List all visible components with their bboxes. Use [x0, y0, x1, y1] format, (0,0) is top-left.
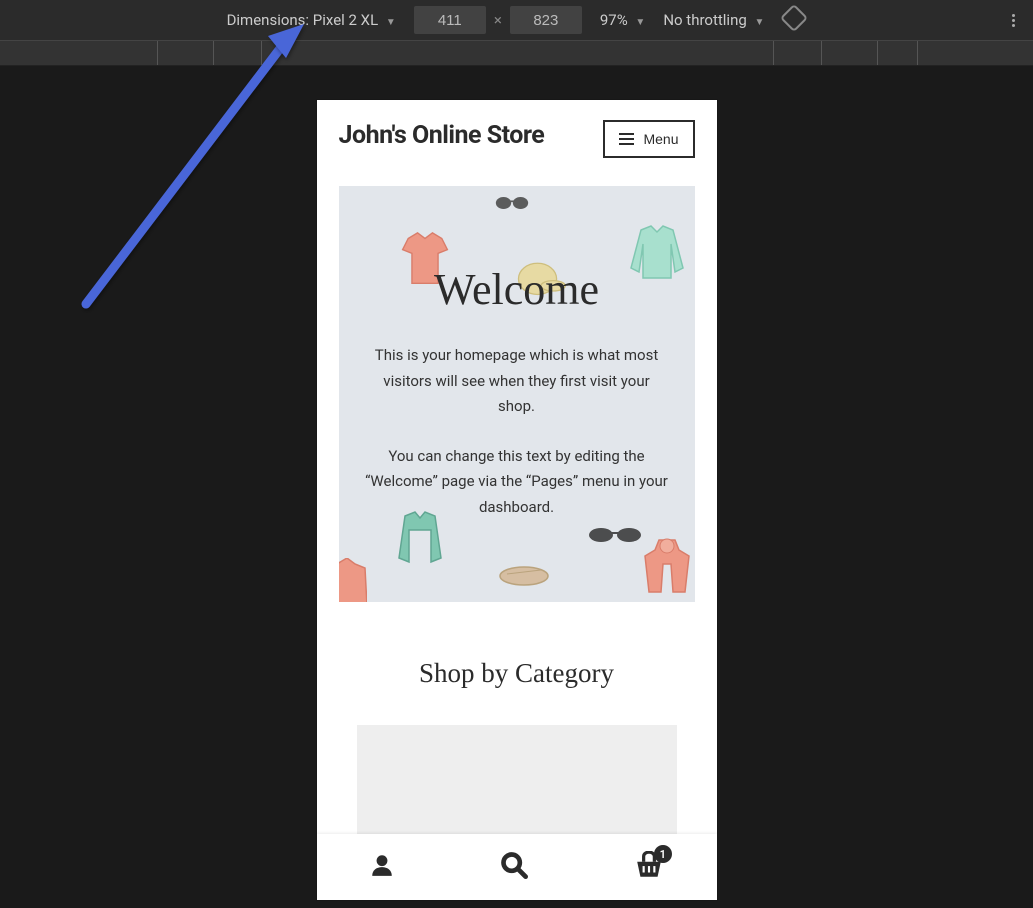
device-name: Pixel 2 XL	[313, 11, 378, 29]
height-input[interactable]	[510, 6, 582, 34]
search-icon	[500, 851, 528, 879]
caret-down-icon: ▼	[755, 17, 765, 28]
width-input[interactable]	[414, 6, 486, 34]
site-title[interactable]: John's Online Store	[339, 120, 545, 151]
user-icon	[369, 852, 395, 878]
rotate-icon	[780, 4, 808, 32]
bottom-nav: 1	[317, 834, 717, 900]
dimensions-label: Dimensions:	[227, 11, 310, 29]
throttling-dropdown[interactable]: No throttling ▼	[663, 11, 764, 29]
sunglasses-icon	[495, 192, 529, 214]
hamburger-icon	[619, 133, 634, 145]
tshirt-icon	[339, 558, 367, 602]
more-options-button[interactable]	[1012, 14, 1015, 27]
devtools-toolbar: Dimensions: Pixel 2 XL ▼ × 97% ▼ No thro…	[0, 0, 1033, 40]
cart-badge: 1	[654, 845, 672, 863]
shop-section-title: Shop by Category	[317, 658, 717, 689]
search-button[interactable]	[500, 851, 528, 883]
dimensions-dropdown[interactable]: Dimensions: Pixel 2 XL ▼	[227, 11, 396, 29]
throttling-value: No throttling	[663, 11, 746, 29]
hero-paragraph-1: This is your homepage which is what most…	[365, 343, 669, 420]
shoe-icon	[499, 558, 549, 588]
hero-paragraph-2: You can change this text by editing the …	[365, 444, 669, 521]
device-frame: John's Online Store Menu Welcome This is…	[317, 100, 717, 900]
site-header: John's Online Store Menu	[317, 100, 717, 172]
hoodie-icon	[641, 536, 693, 596]
ruler	[0, 40, 1033, 66]
zoom-value: 97%	[600, 11, 628, 29]
menu-label: Menu	[643, 131, 678, 147]
account-button[interactable]	[369, 852, 395, 882]
caret-down-icon: ▼	[635, 17, 645, 28]
sunglasses-icon	[587, 524, 643, 546]
device-preview-area: John's Online Store Menu Welcome This is…	[0, 66, 1033, 908]
zoom-dropdown[interactable]: 97% ▼	[600, 11, 646, 29]
cart-button[interactable]: 1	[634, 851, 664, 883]
rotate-button[interactable]	[782, 6, 806, 34]
caret-down-icon: ▼	[386, 17, 396, 28]
hero-section: Welcome This is your homepage which is w…	[339, 186, 695, 602]
size-separator: ×	[494, 11, 502, 29]
hero-title: Welcome	[365, 264, 669, 315]
size-inputs: ×	[414, 6, 582, 34]
menu-button[interactable]: Menu	[603, 120, 694, 158]
